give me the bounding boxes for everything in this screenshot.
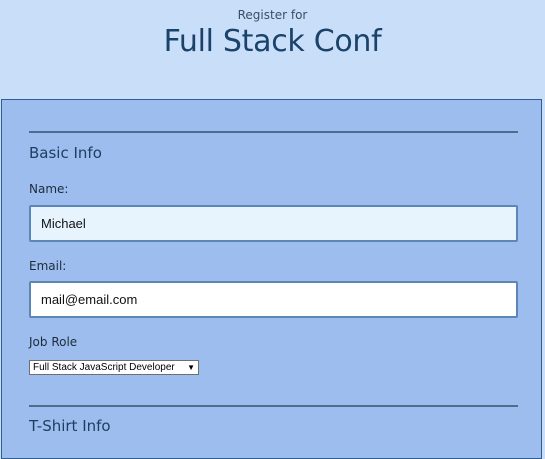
name-input[interactable] [29,205,518,242]
section-divider [29,405,518,407]
section-divider [29,131,518,133]
basic-info-heading: Basic Info [29,144,102,162]
page-title: Full Stack Conf [163,24,382,59]
job-role-selected-value: Full Stack JavaScript Developer [33,362,175,373]
job-role-label: Job Role [29,335,78,349]
page-pretitle: Register for [237,8,308,22]
tshirt-info-heading: T-Shirt Info [29,417,111,435]
page-header: Register for Full Stack Conf [0,0,545,100]
job-role-select[interactable]: Full Stack JavaScript Developer ▼ [29,360,199,375]
name-label: Name: [29,182,69,196]
chevron-down-icon: ▼ [187,363,195,372]
email-input[interactable] [29,281,518,318]
registration-form: Basic Info Name: Email: Job Role Full St… [1,99,542,459]
email-label: Email: [29,259,67,273]
